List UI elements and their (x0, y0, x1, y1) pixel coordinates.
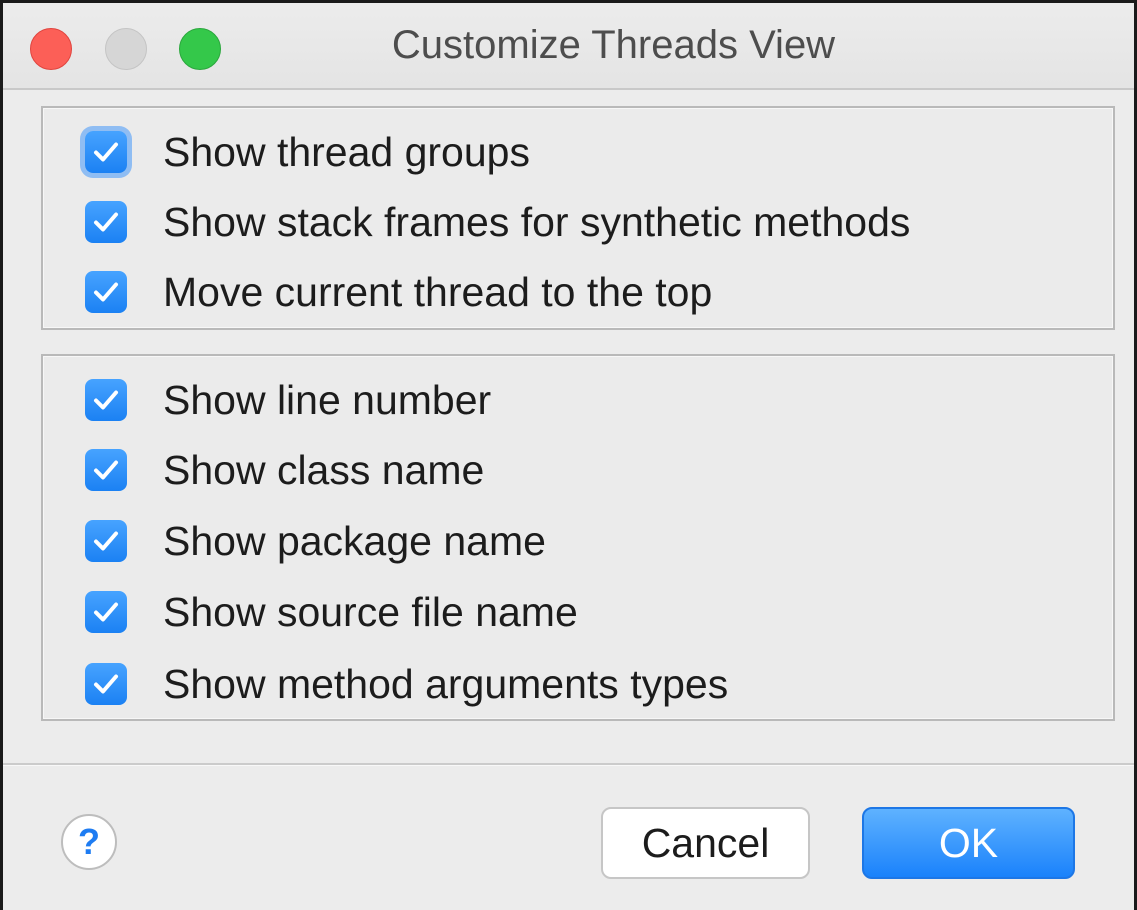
checkbox-show-line-number[interactable]: Show line number (85, 370, 491, 430)
checkbox-show-class-name[interactable]: Show class name (85, 440, 484, 500)
checkbox-label: Show package name (163, 517, 546, 564)
checkmark-icon (94, 282, 118, 302)
footer-divider (3, 763, 1134, 766)
checkbox-box[interactable] (85, 131, 127, 173)
thread-options-group: Show thread groups Show stack frames for… (41, 106, 1115, 330)
dialog-title: Customize Threads View (391, 23, 836, 67)
checkmark-icon (94, 674, 118, 694)
checkbox-box[interactable] (85, 271, 127, 313)
checkmark-icon (94, 390, 118, 410)
checkbox-label: Show thread groups (163, 128, 530, 175)
checkbox-box[interactable] (85, 663, 127, 705)
checkbox-label: Show method arguments types (163, 660, 729, 707)
checkbox-show-source-file-name[interactable]: Show source file name (85, 582, 578, 642)
checkbox-show-thread-groups[interactable]: Show thread groups (85, 122, 530, 182)
checkmark-icon (94, 212, 118, 232)
cancel-button[interactable]: Cancel (601, 807, 810, 879)
checkbox-move-current-thread-top[interactable]: Move current thread to the top (85, 262, 712, 322)
checkbox-box[interactable] (85, 201, 127, 243)
checkbox-box[interactable] (85, 379, 127, 421)
checkmark-icon (94, 602, 118, 622)
checkbox-label: Show source file name (163, 588, 578, 635)
checkbox-box[interactable] (85, 591, 127, 633)
checkmark-icon (94, 531, 118, 551)
checkbox-box[interactable] (85, 449, 127, 491)
checkbox-label: Show stack frames for synthetic methods (163, 198, 911, 245)
title-bar[interactable]: Customize Threads View (3, 3, 1134, 90)
checkbox-box[interactable] (85, 520, 127, 562)
checkbox-label: Move current thread to the top (163, 268, 713, 315)
checkbox-show-stack-frames-synthetic[interactable]: Show stack frames for synthetic methods (85, 192, 910, 252)
ok-button[interactable]: OK (862, 807, 1075, 879)
customize-threads-dialog: Customize Threads View Show thread group… (0, 0, 1137, 910)
help-icon: ? (78, 821, 100, 862)
checkbox-label: Show line number (163, 376, 492, 423)
checkmark-icon (94, 142, 118, 162)
help-button[interactable]: ? (61, 814, 117, 870)
checkbox-show-package-name[interactable]: Show package name (85, 511, 546, 571)
checkbox-label: Show class name (163, 446, 485, 493)
checkmark-icon (94, 460, 118, 480)
checkbox-show-method-arguments-types[interactable]: Show method arguments types (85, 654, 728, 714)
frame-options-group: Show line number Show class name Show pa… (41, 354, 1115, 721)
